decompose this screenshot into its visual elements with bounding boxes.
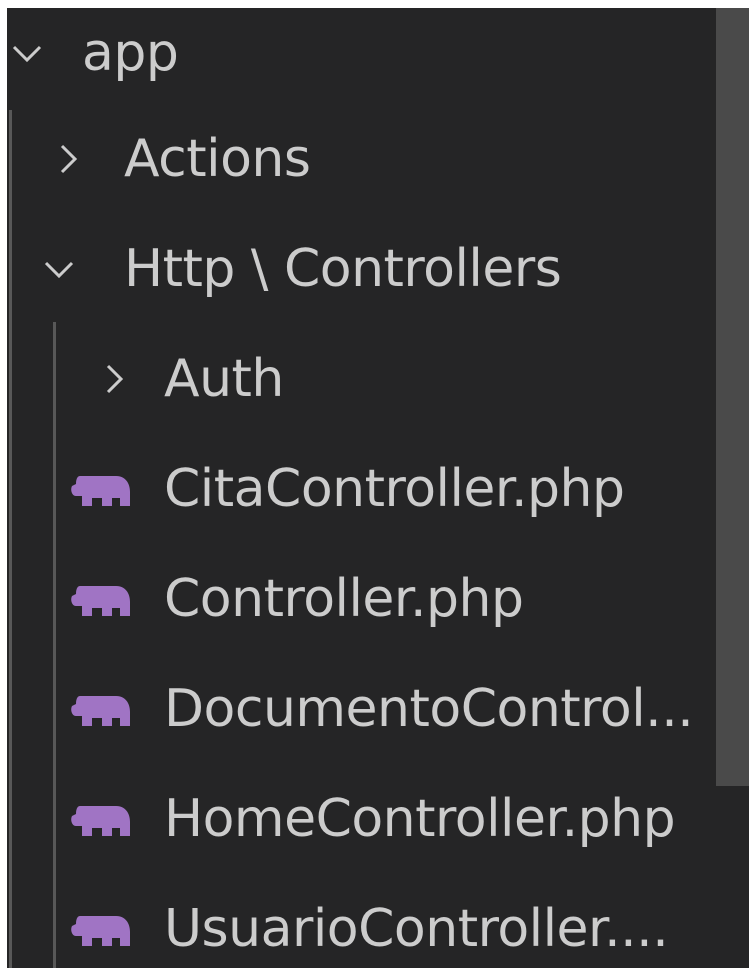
tree-file-item[interactable]: HomeController.php — [0, 766, 749, 872]
tree-item-label: Auth — [164, 349, 284, 409]
tree-item-label: Actions — [124, 129, 311, 189]
file-explorer-tree: app Actions Http \ Controllers Auth Cita… — [0, 0, 749, 968]
tree-item-label: app — [82, 23, 179, 83]
scrollbar-thumb[interactable] — [716, 8, 749, 786]
tree-item-label: Controller.php — [164, 569, 524, 629]
tree-file-item[interactable]: UsuarioController.... — [0, 876, 749, 968]
php-elephant-icon — [68, 912, 134, 950]
tree-item-app[interactable]: app — [0, 0, 749, 106]
php-elephant-icon — [68, 582, 134, 620]
tree-item-http-controllers[interactable]: Http \ Controllers — [0, 216, 749, 322]
php-elephant-icon — [68, 472, 134, 510]
chevron-right-icon — [98, 362, 132, 396]
chevron-down-icon — [10, 36, 44, 70]
tree-item-label: UsuarioController.... — [164, 899, 669, 959]
tree-item-label: Http \ Controllers — [124, 239, 562, 299]
tree-file-item[interactable]: DocumentoControl... — [0, 656, 749, 762]
tree-item-label: CitaController.php — [164, 459, 625, 519]
tree-item-auth[interactable]: Auth — [0, 326, 749, 432]
tree-item-label: HomeController.php — [164, 789, 676, 849]
tree-item-actions[interactable]: Actions — [0, 106, 749, 212]
php-elephant-icon — [68, 692, 134, 730]
chevron-down-icon — [42, 252, 76, 286]
chevron-right-icon — [52, 142, 86, 176]
tree-file-item[interactable]: CitaController.php — [0, 436, 749, 542]
tree-item-label: DocumentoControl... — [164, 679, 694, 739]
php-elephant-icon — [68, 802, 134, 840]
tree-file-item[interactable]: Controller.php — [0, 546, 749, 652]
